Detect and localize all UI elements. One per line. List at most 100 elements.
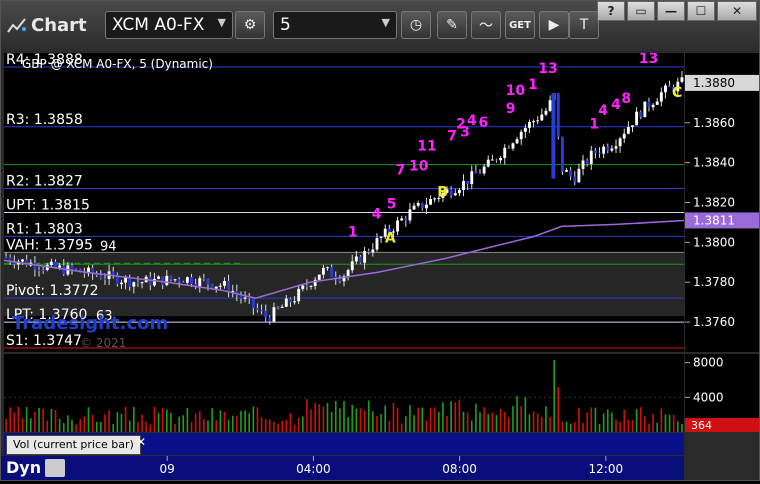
help-button[interactable]: ? <box>597 1 625 21</box>
candle-body <box>573 176 577 183</box>
candle-body <box>218 285 222 287</box>
candle-body <box>651 104 655 108</box>
level-label: Pivot: 1.3772 <box>6 283 99 299</box>
count-annotation: 7 <box>447 129 457 145</box>
candle-body <box>551 92 556 179</box>
text-tool-button[interactable]: T <box>569 11 599 39</box>
candle-body <box>260 309 264 311</box>
candle-body <box>268 317 272 322</box>
indicator-icon: 〜 <box>479 18 493 34</box>
count-annotation: 1 <box>348 224 358 240</box>
candle-body <box>408 209 412 221</box>
candle-body <box>276 307 280 309</box>
draw-tool-button[interactable]: ✎ <box>437 11 467 39</box>
interval-value: 5 <box>280 15 291 35</box>
candle-body <box>404 218 408 221</box>
dyn-status[interactable]: Dyn <box>1 456 71 480</box>
price-axis[interactable]: 1.3880 1.3860 1.3840 1.3820 1.3800 1.3780 1.37… <box>685 53 759 352</box>
candle-body <box>453 193 457 196</box>
candle-body <box>185 277 189 283</box>
candle-body <box>622 133 626 139</box>
candle-body <box>511 143 515 149</box>
dyn-toggle-icon[interactable] <box>45 459 65 477</box>
maximize-button[interactable]: ☐ <box>687 1 715 21</box>
price-chart[interactable]: R4: 1.3888R3: 1.3858R2: 1.3827UPT: 1.381… <box>4 53 684 352</box>
candle-body <box>420 202 424 209</box>
candle-body <box>181 282 185 284</box>
get-data-button[interactable]: GET <box>505 11 535 39</box>
candle-body <box>433 198 437 200</box>
minimize-button[interactable]: — <box>657 1 685 21</box>
candle-body <box>486 159 490 167</box>
volume-close-icon[interactable]: ✕ <box>136 435 150 451</box>
candle-body <box>602 146 606 154</box>
candle-body <box>70 265 74 270</box>
count-annotation: 1 <box>528 77 538 93</box>
count-annotation: 4 <box>372 206 382 222</box>
volume-chart[interactable] <box>4 354 684 432</box>
interval-select[interactable]: 5 ▼ <box>273 11 397 39</box>
symbol-select[interactable]: XCM A0-FX ▼ <box>105 11 233 39</box>
candle-body <box>577 168 581 183</box>
candle-body <box>499 157 503 161</box>
copyright: © 2021 <box>80 336 126 350</box>
candle-body <box>412 205 416 210</box>
candle-body <box>148 276 152 286</box>
volume-tick-label: 8000 <box>693 356 724 370</box>
candle-body <box>462 180 465 191</box>
level-label: VAH: 1.3795 <box>6 237 93 253</box>
candle-body <box>284 298 288 307</box>
candle-body <box>41 269 45 271</box>
chart-title: GBP @ XCM A0-FX, 5 (Dynamic) <box>22 57 213 71</box>
candle-body <box>367 250 371 253</box>
candle-body <box>647 101 651 108</box>
candle-body <box>256 308 259 310</box>
close-button[interactable]: ✕ <box>717 1 757 21</box>
candle-body <box>350 261 354 271</box>
indicators-button[interactable]: 〜 <box>471 11 501 39</box>
time-tick-label: 09 <box>160 462 175 476</box>
candle-body <box>416 202 420 206</box>
candle-body <box>449 189 453 196</box>
candle-body <box>400 218 404 221</box>
candle-body <box>519 131 523 140</box>
play-icon: ▶ <box>548 17 560 33</box>
candle-body <box>251 298 255 309</box>
price-tick-label: 1.3860 <box>693 116 735 130</box>
price-tick-label: 1.3760 <box>693 315 735 329</box>
candle-body <box>297 288 301 302</box>
restore-button[interactable]: ▭ <box>627 1 655 21</box>
minimize-icon: — <box>665 4 677 18</box>
chevron-down-icon: ▼ <box>217 16 226 29</box>
candle-body <box>626 127 630 134</box>
count-annotation: 13 <box>639 53 658 67</box>
play-button[interactable]: ▶ <box>539 11 569 39</box>
last-price-label: 1.3880 <box>693 76 735 90</box>
symbol-settings-button[interactable]: ⚙ <box>235 11 265 39</box>
time-tick-label: 04:00 <box>296 462 331 476</box>
volume-axis-svg: 8000 4000 364 <box>685 356 759 432</box>
candle-body <box>4 256 8 258</box>
candle-body <box>548 100 552 111</box>
candle-body <box>598 152 601 154</box>
candle-body <box>457 190 461 194</box>
volume-label[interactable]: Vol (current price bar) <box>6 435 141 455</box>
candle-body <box>243 297 247 299</box>
candle-body <box>198 278 202 287</box>
candle-body <box>214 286 218 289</box>
candle-body <box>359 256 362 263</box>
candle-body <box>309 286 313 288</box>
time-axis[interactable]: 09 04:00 08:00 12:00 <box>4 456 684 480</box>
chevron-down-icon: ▼ <box>381 16 390 29</box>
candle-body <box>136 282 140 284</box>
count-annotation: 7 <box>396 163 406 179</box>
candle-body <box>227 281 231 293</box>
candle-body <box>379 236 383 238</box>
restore-icon: ▭ <box>635 4 647 18</box>
volume-panel[interactable] <box>4 354 684 432</box>
chart-app-icon <box>7 17 27 35</box>
volume-tick-label: 4000 <box>693 390 724 404</box>
interval-clock-button[interactable]: ◷ <box>401 11 431 39</box>
level-label: R2: 1.3827 <box>6 174 83 190</box>
price-panel[interactable]: R4: 1.3888 R3: 1.3858 R2: 1.3827 UPT: 1.381… <box>4 53 684 352</box>
